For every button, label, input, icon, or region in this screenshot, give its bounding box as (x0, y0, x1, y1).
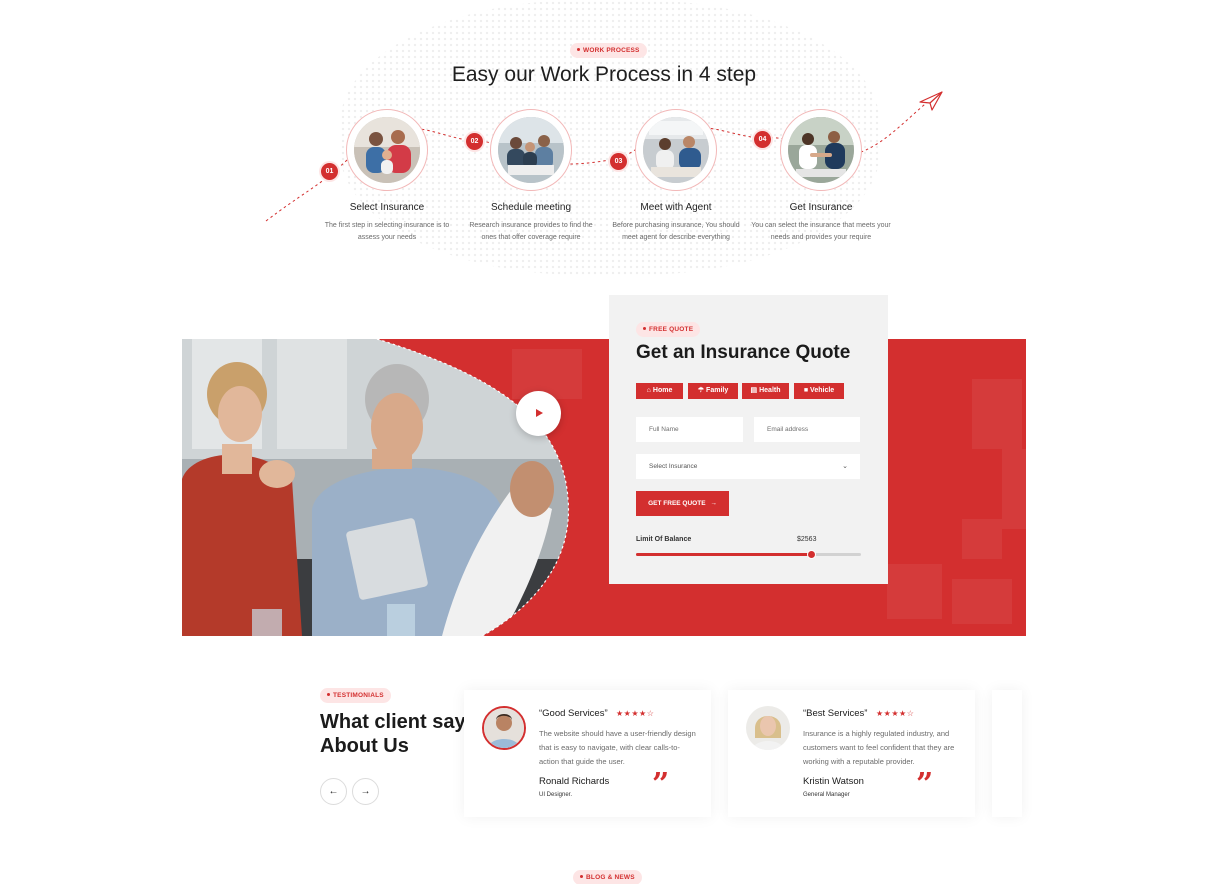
arrow-left-icon: ← (328, 786, 339, 797)
star-empty-icon: ☆ (646, 709, 655, 718)
prev-button[interactable]: ← (320, 778, 347, 805)
star-icon: ★ (891, 709, 900, 718)
star-icon: ★ (876, 709, 884, 718)
arrow-right-icon: → (710, 500, 717, 507)
step-number-badge: 01 (321, 163, 338, 180)
testimonials-title: What client say About Us (320, 710, 466, 758)
testimonial-author: Kristin Watson (803, 776, 864, 787)
testimonial-card: “Good Services” ★★★★☆ The website should… (464, 690, 711, 817)
arrow-right-icon: → (360, 786, 371, 797)
quote-photo (182, 339, 572, 636)
title-line: About Us (320, 735, 409, 757)
chevron-down-icon: ⌄ (842, 463, 848, 470)
avatar (746, 706, 790, 750)
testimonial-body: The website should have a user-friendly … (539, 729, 696, 766)
limit-label: Limit Of Balance (636, 536, 692, 543)
page: WORK PROCESS Easy our Work Process in 4 … (0, 0, 1208, 884)
step-image-ring (490, 109, 572, 191)
get-free-quote-button[interactable]: GET FREE QUOTE → (636, 491, 729, 516)
star-rating: ★★★★☆ (876, 709, 914, 718)
tab-label: Health (759, 387, 781, 394)
testimonial-card-peek (992, 690, 1022, 817)
tab-label: Vehicle (810, 387, 835, 394)
title-line: What client say (320, 711, 466, 733)
testimonial-heading: “Good Services” (539, 708, 608, 719)
star-icon: ★ (616, 709, 624, 718)
select-value: Select Insurance (649, 463, 698, 470)
quote-card: FREE QUOTE Get an Insurance Quote ⌂ Home … (609, 295, 888, 584)
email-input[interactable] (754, 417, 860, 442)
step-photo (788, 117, 854, 183)
step-title: Meet with Agent (640, 202, 712, 213)
step-description: Research insurance provides to find the … (469, 222, 593, 241)
step-number-badge: 03 (610, 153, 627, 170)
step-title: Schedule meeting (490, 202, 572, 213)
quote-mark-icon: ” (916, 767, 934, 802)
testimonial-heading: “Best Services” (803, 708, 868, 719)
quote-title: Get an Insurance Quote (636, 342, 851, 363)
step-photo (498, 117, 564, 183)
testimonial-role: UI Designer. (539, 792, 573, 798)
button-label: GET FREE QUOTE (648, 500, 706, 507)
testimonial-author: Ronald Richards (539, 776, 610, 787)
slider-handle[interactable] (807, 550, 816, 559)
avatar (482, 706, 526, 750)
tab-family[interactable]: ☂ Family (688, 383, 738, 399)
step-description: Before purchasing insurance, You should … (612, 222, 740, 241)
blog-news-tag: BLOG & NEWS (573, 870, 642, 884)
star-icon: ★ (899, 709, 907, 718)
step-title: Get Insurance (789, 202, 853, 213)
testimonial-body: Insurance is a highly regulated industry… (803, 729, 955, 766)
slider-fill (636, 553, 812, 556)
tab-label: Home (652, 387, 673, 394)
paper-plane-icon (919, 91, 943, 111)
umbrella-icon: ☂ (697, 387, 705, 394)
step-number-badge: 04 (754, 131, 771, 148)
step-description: The first step in selecting insurance is… (324, 222, 450, 241)
full-name-input[interactable] (636, 417, 743, 442)
star-rating: ★★★★☆ (616, 709, 654, 718)
step-number-badge: 02 (466, 133, 483, 150)
step-image-ring (780, 109, 862, 191)
video-play-button[interactable] (516, 391, 561, 436)
next-button[interactable]: → (352, 778, 379, 805)
tab-label: Family (706, 387, 729, 394)
process-flow-path (265, 91, 943, 222)
star-empty-icon: ☆ (906, 709, 915, 718)
tab-home[interactable]: ⌂ Home (636, 383, 683, 399)
step-photo (643, 117, 709, 183)
testimonial-card: “Best Services” ★★★★☆ Insurance is a hig… (728, 690, 975, 817)
step-description: You can select the insurance that meets … (751, 222, 891, 241)
quote-mark-icon: ” (652, 767, 670, 802)
limit-value: $2563 (797, 536, 817, 543)
tab-health[interactable]: ▤ Health (742, 383, 789, 399)
insurance-select[interactable]: Select Insurance ⌄ (636, 454, 860, 479)
step-photo (354, 117, 420, 183)
free-quote-tag: FREE QUOTE (636, 322, 701, 337)
star-icon: ★ (631, 709, 640, 718)
home-icon: ⌂ (646, 387, 651, 394)
testimonials-tag: TESTIMONIALS (320, 688, 391, 703)
step-title: Select Insurance (349, 202, 425, 213)
testimonial-role: General Manager (803, 792, 850, 798)
clipboard-icon: ▤ (750, 387, 758, 394)
step-image-ring (635, 109, 717, 191)
car-icon: ■ (803, 387, 809, 394)
tab-vehicle[interactable]: ■ Vehicle (794, 383, 844, 399)
step-image-ring (346, 109, 428, 191)
balance-slider[interactable] (636, 550, 861, 559)
star-icon: ★ (639, 709, 647, 718)
